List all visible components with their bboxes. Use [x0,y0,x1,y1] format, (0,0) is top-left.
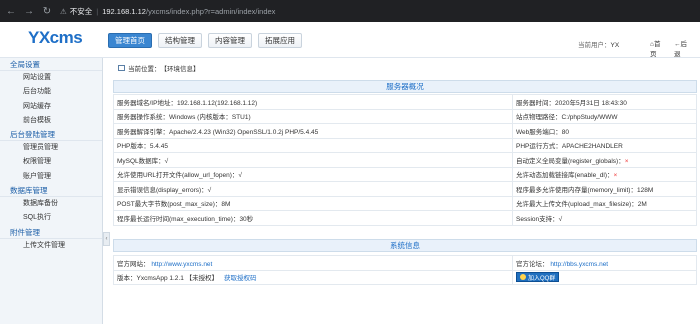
top-navigation: 管理首页 结构管理 内容管理 拓展应用 [108,33,308,48]
current-user-label: 当前用户： [578,42,611,49]
upload-max-filesize: 允许最大上传文件(upload_max_filesize)：2M [512,195,697,211]
breadcrumb: 当前位置： 【环境信息】 [118,63,200,73]
sidebar-item-site-settings[interactable]: 网站设置 [0,71,102,85]
official-forum-link[interactable]: http://bbs.yxcms.net [550,261,608,268]
official-forum-label: 官方论坛： [516,260,549,268]
address-bar[interactable]: ⚠ 不安全 | 192.168.1.12 /yxcms/index.php?r=… [60,4,275,18]
sidebar-item-site-cache[interactable]: 网站缓存 [0,100,102,114]
url-separator: | [96,6,99,16]
status-cross-icon: × [613,172,618,180]
breadcrumb-current: 【环境信息】 [160,66,200,73]
server-engine: 服务器解译引擎：Apache/2.4.23 (Win32) OpenSSL/1.… [113,123,513,139]
php-version: PHP版本：5.4.45 [113,137,513,153]
table-row: 服务器操作系统：Windows (内核版本：STU1) 站点物理路径：C:/ph… [113,108,697,124]
sidebar-group-global[interactable]: 全局设置 [0,58,102,71]
official-site-cell: 官方网站： http://www.yxcms.net [113,255,513,271]
server-time: 服务器时间：2020年5月31日 18:43:30 [512,94,697,110]
sidebar: 全局设置 网站设置 后台功能 网站缓存 前台模板 后台登陆管理 管理员管理 权限… [0,58,103,324]
logo[interactable]: YXcms [28,28,83,48]
sidebar-item-permissions[interactable]: 权限管理 [0,155,102,169]
url-host: 192.168.1.12 [102,6,146,16]
enable-dl: 允许动态加载链接库(enable_dl)：× [512,166,697,182]
php-mode: PHP运行方式：APACHE2HANDLER [512,137,697,153]
sidebar-item-admins[interactable]: 管理员管理 [0,141,102,155]
server-os: 服务器操作系统：Windows (内核版本：STU1) [113,108,513,124]
header-links: ⌂首页 ←后退 [650,38,700,58]
sidebar-item-admin-functions[interactable]: 后台功能 [0,85,102,99]
sidebar-item-frontend-template[interactable]: 前台模板 [0,114,102,128]
insecure-warning-icon: ⚠ [60,6,67,16]
sidebar-item-uploads[interactable]: 上传文件管理 [0,239,102,253]
insecure-label: 不安全 [69,6,93,16]
table-row: 允许使用URL打开文件(allow_url_fopen)：√ 允许动态加载链接库… [113,166,697,182]
official-site-label: 官方网站： [117,260,150,268]
qq-cell: 加入QQ群 [512,269,697,285]
memory-limit: 程序最多允许使用内存量(memory_limit)：128M [512,181,697,197]
version-text: 版本：YxcmsApp 1.2.1 【未授权】 [117,275,219,283]
status-cross-icon: × [624,157,629,165]
system-info-heading: 系统信息 [113,239,697,252]
register-globals: 自动定义全局变量(register_globals)：× [512,152,697,168]
table-row: 服务器域名/IP地址：192.168.1.12(192.168.1.12) 服务… [113,94,697,110]
table-row: 程序最长运行时间(max_execution_time)：30秒 Session… [113,210,697,226]
version-cell: 版本：YxcmsApp 1.2.1 【未授权】 获取授权码 [113,269,513,285]
system-info-table: 官方网站： http://www.yxcms.net 官方论坛： http://… [113,255,697,285]
browser-toolbar: ← → ↻ ⚠ 不安全 | 192.168.1.12 /yxcms/index.… [0,0,700,22]
allow-url-fopen: 允许使用URL打开文件(allow_url_fopen)：√ [113,166,513,182]
server-domain: 服务器域名/IP地址：192.168.1.12(192.168.1.12) [113,94,513,110]
sidebar-item-accounts[interactable]: 账户管理 [0,170,102,184]
forward-icon[interactable]: → [22,4,36,18]
current-user: 当前用户：YX [578,39,619,49]
sidebar-group-database[interactable]: 数据库管理 [0,184,102,198]
app-header: YXcms 管理首页 结构管理 内容管理 拓展应用 当前用户：YX ⌂首页 ←后… [0,22,700,58]
sidebar-collapse-toggle[interactable]: ‹ [103,232,110,246]
reload-icon[interactable]: ↻ [40,4,54,18]
qq-icon [520,274,526,281]
server-info-table: 服务器域名/IP地址：192.168.1.12(192.168.1.12) 服务… [113,94,697,226]
table-row: 版本：YxcmsApp 1.2.1 【未授权】 获取授权码 加入QQ群 [113,269,697,285]
back-link[interactable]: ←后退 [674,38,694,58]
tab-structure[interactable]: 结构管理 [158,33,202,48]
sidebar-item-sql-exec[interactable]: SQL执行 [0,211,102,225]
display-errors: 显示错误信息(display_errors)：√ [113,181,513,197]
sidebar-item-db-backup[interactable]: 数据库备份 [0,197,102,211]
server-overview-heading: 服务器概况 [113,80,697,93]
home-link[interactable]: ⌂首页 [650,38,668,58]
sidebar-group-attachments[interactable]: 附件管理 [0,226,102,239]
join-qq-group-label: 加入QQ群 [528,275,556,282]
url-path: /yxcms/index.php?r=admin/index/index [145,6,276,16]
get-license-link[interactable]: 获取授权码 [224,275,257,282]
session-support: Session支持：√ [512,210,697,226]
site-path: 站点物理路径：C:/phpStudy/WWW [512,108,697,124]
max-execution-time: 程序最长运行时间(max_execution_time)：30秒 [113,210,513,226]
web-port: Web服务端口：80 [512,123,697,139]
tab-content[interactable]: 内容管理 [208,33,252,48]
tab-home[interactable]: 管理首页 [108,33,152,48]
home-link-label: 首页 [650,41,661,58]
table-row: 官方网站： http://www.yxcms.net 官方论坛： http://… [113,255,697,271]
monitor-icon [118,65,125,71]
table-row: POST最大字节数(post_max_size)：8M 允许最大上传文件(upl… [113,195,697,211]
official-site-link[interactable]: http://www.yxcms.net [151,261,212,268]
tab-extensions[interactable]: 拓展应用 [258,33,302,48]
official-forum-cell: 官方论坛： http://bbs.yxcms.net [512,255,697,271]
breadcrumb-label: 当前位置： [128,66,161,73]
current-user-name: YX [610,42,620,49]
table-row: MySQL数据库：√ 自动定义全局变量(register_globals)：× [113,152,697,168]
table-row: 显示错误信息(display_errors)：√ 程序最多允许使用内存量(mem… [113,181,697,197]
post-max-size: POST最大字节数(post_max_size)：8M [113,195,513,211]
join-qq-group-button[interactable]: 加入QQ群 [516,272,560,283]
table-row: PHP版本：5.4.45 PHP运行方式：APACHE2HANDLER [113,137,697,153]
back-link-label: 后退 [674,41,687,58]
main-content: 当前位置： 【环境信息】 服务器概况 服务器域名/IP地址：192.168.1.… [111,58,700,324]
back-icon[interactable]: ← [4,4,18,18]
table-row: 服务器解译引擎：Apache/2.4.23 (Win32) OpenSSL/1.… [113,123,697,139]
mysql-support: MySQL数据库：√ [113,152,513,168]
sidebar-group-login[interactable]: 后台登陆管理 [0,128,102,142]
